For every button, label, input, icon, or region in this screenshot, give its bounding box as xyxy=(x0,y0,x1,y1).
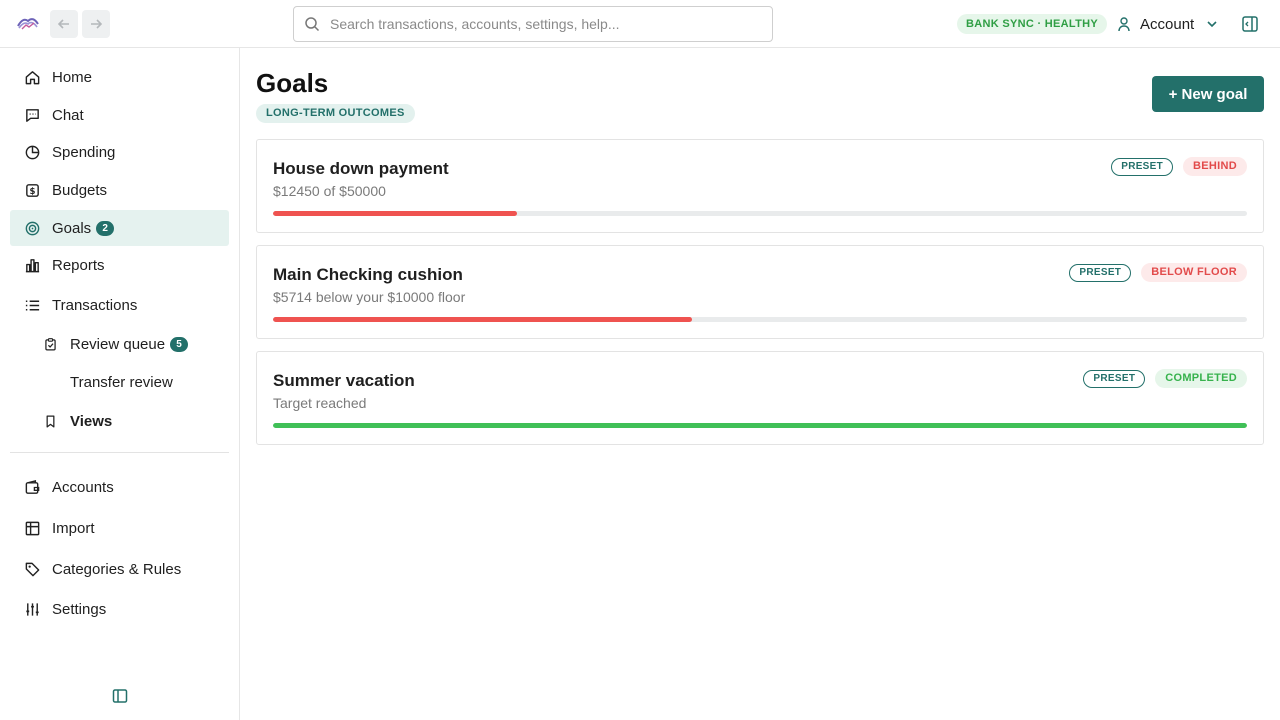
sidebar-divider xyxy=(10,452,229,453)
goal-subtitle: $12450 of $50000 xyxy=(273,183,386,199)
sidebar: Home Chat Spending $ Budgets Goals 2 Rep… xyxy=(0,48,240,720)
back-button[interactable] xyxy=(50,10,78,38)
chat-icon xyxy=(23,106,41,124)
goal-progress-bar xyxy=(273,423,1247,428)
tag-icon xyxy=(23,560,41,578)
bar-chart-icon xyxy=(23,256,41,274)
bookmark-icon xyxy=(41,412,59,430)
sidebar-item-views[interactable]: Views xyxy=(10,403,229,439)
user-icon xyxy=(1118,17,1130,32)
import-icon xyxy=(23,519,41,537)
chevron-down-icon xyxy=(1207,21,1217,28)
preset-badge: PRESET xyxy=(1069,263,1132,282)
goal-card-main-checking-cushion[interactable]: Main Checking cushion $5714 below your $… xyxy=(256,245,1264,339)
sidebar-item-label: Spending xyxy=(52,143,116,161)
goals-count-badge: 2 xyxy=(96,220,115,236)
goal-progress-bar xyxy=(273,211,1247,216)
search-input[interactable] xyxy=(330,16,750,32)
wallet-icon xyxy=(23,478,41,496)
sidebar-item-settings[interactable]: Settings xyxy=(10,591,229,627)
svg-text:$: $ xyxy=(29,186,35,196)
status-badge: BELOW FLOOR xyxy=(1141,263,1247,282)
bank-sync-status-badge: BANK SYNC · HEALTHY xyxy=(957,14,1107,34)
goal-name: Main Checking cushion xyxy=(273,265,463,284)
goal-progress-fill xyxy=(273,211,517,216)
review-queue-count-badge: 5 xyxy=(170,336,189,352)
goal-name: House down payment xyxy=(273,159,449,178)
arrow-right-icon xyxy=(91,19,103,29)
sidebar-item-label: Reports xyxy=(52,256,105,274)
sidebar-item-chat[interactable]: Chat xyxy=(10,97,229,133)
sidebar-item-home[interactable]: Home xyxy=(10,59,229,95)
sidebar-item-label: Categories & Rules xyxy=(52,560,182,578)
home-icon xyxy=(23,68,41,86)
pie-chart-icon xyxy=(23,143,41,161)
sidebar-item-label: Transfer review xyxy=(70,373,173,391)
preset-badge: PRESET xyxy=(1111,157,1174,176)
target-icon xyxy=(23,219,41,237)
goal-card-summer-vacation[interactable]: Summer vacation Target reached PRESET CO… xyxy=(256,351,1264,445)
main-content: Goals LONG-TERM OUTCOMES + New goal Hous… xyxy=(240,48,1280,720)
sidebar-item-label: Transactions xyxy=(52,296,138,314)
sidebar-item-label: Home xyxy=(52,68,93,86)
sidebar-item-label: Import xyxy=(52,519,95,537)
goal-progress-fill xyxy=(273,423,1247,428)
search-bar[interactable] xyxy=(293,6,773,42)
preset-badge: PRESET xyxy=(1083,369,1146,388)
budget-icon: $ xyxy=(23,181,41,199)
goal-progress-fill xyxy=(273,317,692,322)
arrow-left-icon xyxy=(57,19,69,29)
sidebar-item-label: Chat xyxy=(52,106,84,124)
list-icon xyxy=(23,296,41,314)
search-icon xyxy=(305,17,320,32)
sidebar-item-transactions[interactable]: Transactions xyxy=(10,287,229,323)
goal-badges: PRESET COMPLETED xyxy=(1083,369,1247,388)
status-badge: BEHIND xyxy=(1183,157,1247,176)
sidebar-item-label: Goals xyxy=(52,219,92,237)
goal-name: Summer vacation xyxy=(273,371,415,390)
sidebar-item-transfer-review[interactable]: Transfer review xyxy=(10,364,229,400)
goal-subtitle: Target reached xyxy=(273,395,367,411)
sidebar-item-label: Accounts xyxy=(52,478,114,496)
forward-button[interactable] xyxy=(82,10,110,38)
goal-subtitle: $5714 below your $10000 floor xyxy=(273,289,466,305)
sliders-icon xyxy=(23,600,41,618)
sidebar-item-spending[interactable]: Spending xyxy=(10,134,229,170)
sidebar-item-budgets[interactable]: $ Budgets xyxy=(10,172,229,208)
clipboard-check-icon xyxy=(41,335,59,353)
sidebar-item-accounts[interactable]: Accounts xyxy=(10,469,229,505)
goal-progress-bar xyxy=(273,317,1247,322)
account-label: Account xyxy=(1140,15,1195,33)
page-title: Goals xyxy=(256,68,329,98)
top-bar: BANK SYNC · HEALTHY Account xyxy=(0,0,1280,48)
sidebar-item-goals[interactable]: Goals 2 xyxy=(10,210,229,246)
app-logo-icon[interactable] xyxy=(16,12,40,34)
goal-card-house-down-payment[interactable]: House down payment $12450 of $50000 PRES… xyxy=(256,139,1264,233)
sidebar-item-import[interactable]: Import xyxy=(10,510,229,546)
page-tag: LONG-TERM OUTCOMES xyxy=(256,104,415,123)
sidebar-item-label: Settings xyxy=(52,600,107,618)
new-goal-button[interactable]: + New goal xyxy=(1152,76,1264,112)
sidebar-item-label: Budgets xyxy=(52,181,108,199)
panel-toggle-icon[interactable] xyxy=(1241,15,1259,33)
sidebar-item-reports[interactable]: Reports xyxy=(10,247,229,283)
account-menu-button[interactable]: Account xyxy=(1116,12,1220,36)
sidebar-item-label: Review queue xyxy=(70,335,166,353)
sidebar-item-categories-rules[interactable]: Categories & Rules xyxy=(10,551,229,587)
sidebar-item-label: Views xyxy=(70,412,113,430)
goal-badges: PRESET BEHIND xyxy=(1111,157,1247,176)
sidebar-collapse-icon[interactable] xyxy=(112,688,128,704)
goal-badges: PRESET BELOW FLOOR xyxy=(1069,263,1247,282)
sidebar-item-review-queue[interactable]: Review queue 5 xyxy=(10,326,229,362)
status-badge: COMPLETED xyxy=(1155,369,1247,388)
